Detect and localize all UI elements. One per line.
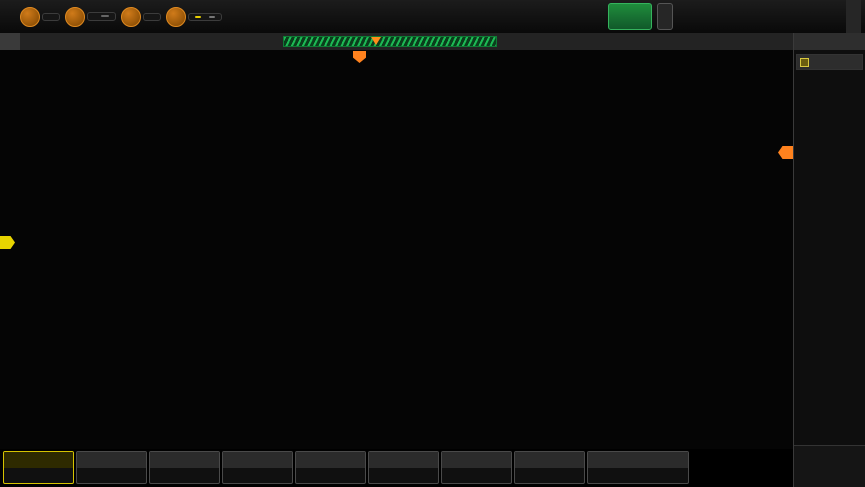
ch1-offset	[4, 468, 73, 483]
math-box-math1[interactable]	[295, 451, 366, 484]
rtsa-box[interactable]	[587, 451, 689, 484]
top-toolbar	[0, 0, 865, 33]
math-box-math2[interactable]	[368, 451, 439, 484]
channel-status-bar	[0, 449, 793, 487]
rtsa-button[interactable]	[720, 1, 757, 32]
trigger-coupling-badge	[209, 16, 215, 18]
histogram-button[interactable]	[678, 1, 715, 32]
delay-control[interactable]	[121, 7, 161, 27]
acquire-info[interactable]	[87, 12, 116, 21]
run-stop-button[interactable]	[608, 3, 652, 30]
waveform-plot	[0, 50, 793, 449]
default-button[interactable]	[657, 3, 673, 30]
rtsa-span	[588, 468, 688, 483]
acquire-control[interactable]	[65, 7, 116, 27]
trigger-knob-icon[interactable]	[166, 7, 186, 27]
ch4-offset	[223, 468, 292, 483]
oscilloscope-screen	[0, 0, 865, 487]
waveform-display[interactable]	[0, 50, 793, 449]
acquire-knob-icon[interactable]	[65, 7, 85, 27]
channel-box-ch4[interactable]	[222, 451, 293, 484]
delay-value[interactable]	[143, 13, 161, 21]
measurement-card-frequency[interactable]	[796, 54, 863, 70]
trigger-source-badge	[195, 16, 201, 18]
toolbar-expand-button[interactable]	[846, 0, 861, 33]
trigger-control[interactable]	[166, 7, 222, 27]
channel-box-ch2[interactable]	[76, 451, 147, 484]
measurement-icon	[800, 58, 809, 67]
math2-expression	[369, 468, 438, 483]
delay-knob-icon[interactable]	[121, 7, 141, 27]
results-sidebar	[793, 33, 865, 487]
math1-expression	[296, 468, 365, 483]
math4-expression	[515, 468, 584, 483]
ch2-offset	[77, 468, 146, 483]
channel-box-ch3[interactable]	[149, 451, 220, 484]
system-status-panel	[794, 445, 865, 487]
ch3-offset	[150, 468, 219, 483]
math-box-math4[interactable]	[514, 451, 585, 484]
view-tab-bar	[0, 33, 793, 50]
horizontal-control[interactable]	[20, 7, 60, 27]
memory-position-indicator[interactable]	[283, 36, 497, 47]
channel-box-ch1[interactable]	[3, 451, 74, 484]
memory-trigger-marker-icon[interactable]	[371, 37, 381, 45]
results-header	[794, 33, 865, 50]
math3-expression	[442, 468, 511, 483]
trigger-info[interactable]	[188, 13, 222, 21]
waveform-view-tab[interactable]	[0, 33, 20, 50]
memory-depth	[101, 15, 109, 17]
multi-window-button[interactable]	[804, 1, 841, 32]
timebase-value[interactable]	[42, 13, 60, 21]
math-box-math3[interactable]	[441, 451, 512, 484]
horizontal-knob-icon[interactable]	[20, 7, 40, 27]
rect-draw-button[interactable]	[762, 1, 799, 32]
